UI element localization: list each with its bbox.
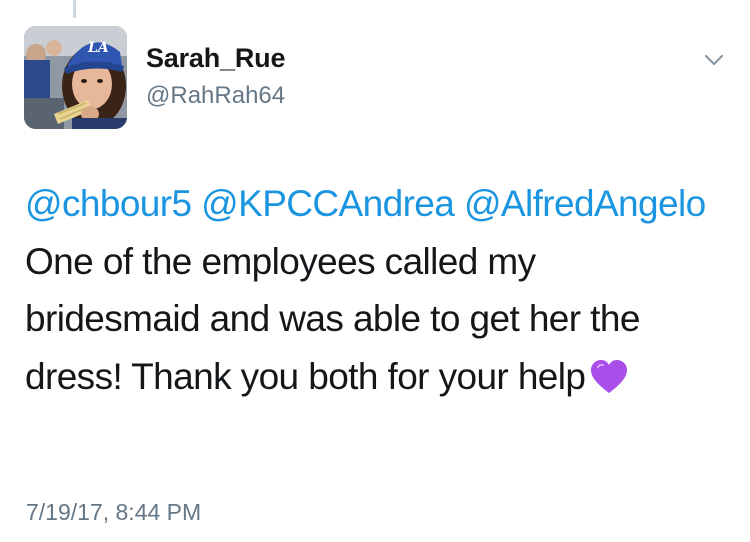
chevron-down-icon (704, 54, 724, 66)
svg-text:LA: LA (87, 40, 109, 56)
thread-connector-line (73, 0, 76, 18)
mention-link[interactable]: @KPCCAndrea (201, 183, 455, 224)
author-display-name[interactable]: Sarah_Rue (146, 43, 285, 74)
tweet-text: @chbour5 @KPCCAndrea @AlfredAngelo One o… (25, 175, 715, 411)
purple-heart-icon (589, 354, 629, 412)
mention-link[interactable]: @AlfredAngelo (464, 183, 706, 224)
tweet-body: One of the employees called my bridesmai… (25, 240, 640, 397)
author-handle[interactable]: @RahRah64 (146, 82, 285, 110)
tweet-timestamp[interactable]: 7/19/17, 8:44 PM (26, 499, 201, 526)
mention-link[interactable]: @chbour5 (25, 183, 192, 224)
avatar[interactable]: LA (24, 26, 127, 129)
tweet-menu-button[interactable] (700, 50, 728, 70)
profile-photo-icon: LA (24, 26, 127, 129)
